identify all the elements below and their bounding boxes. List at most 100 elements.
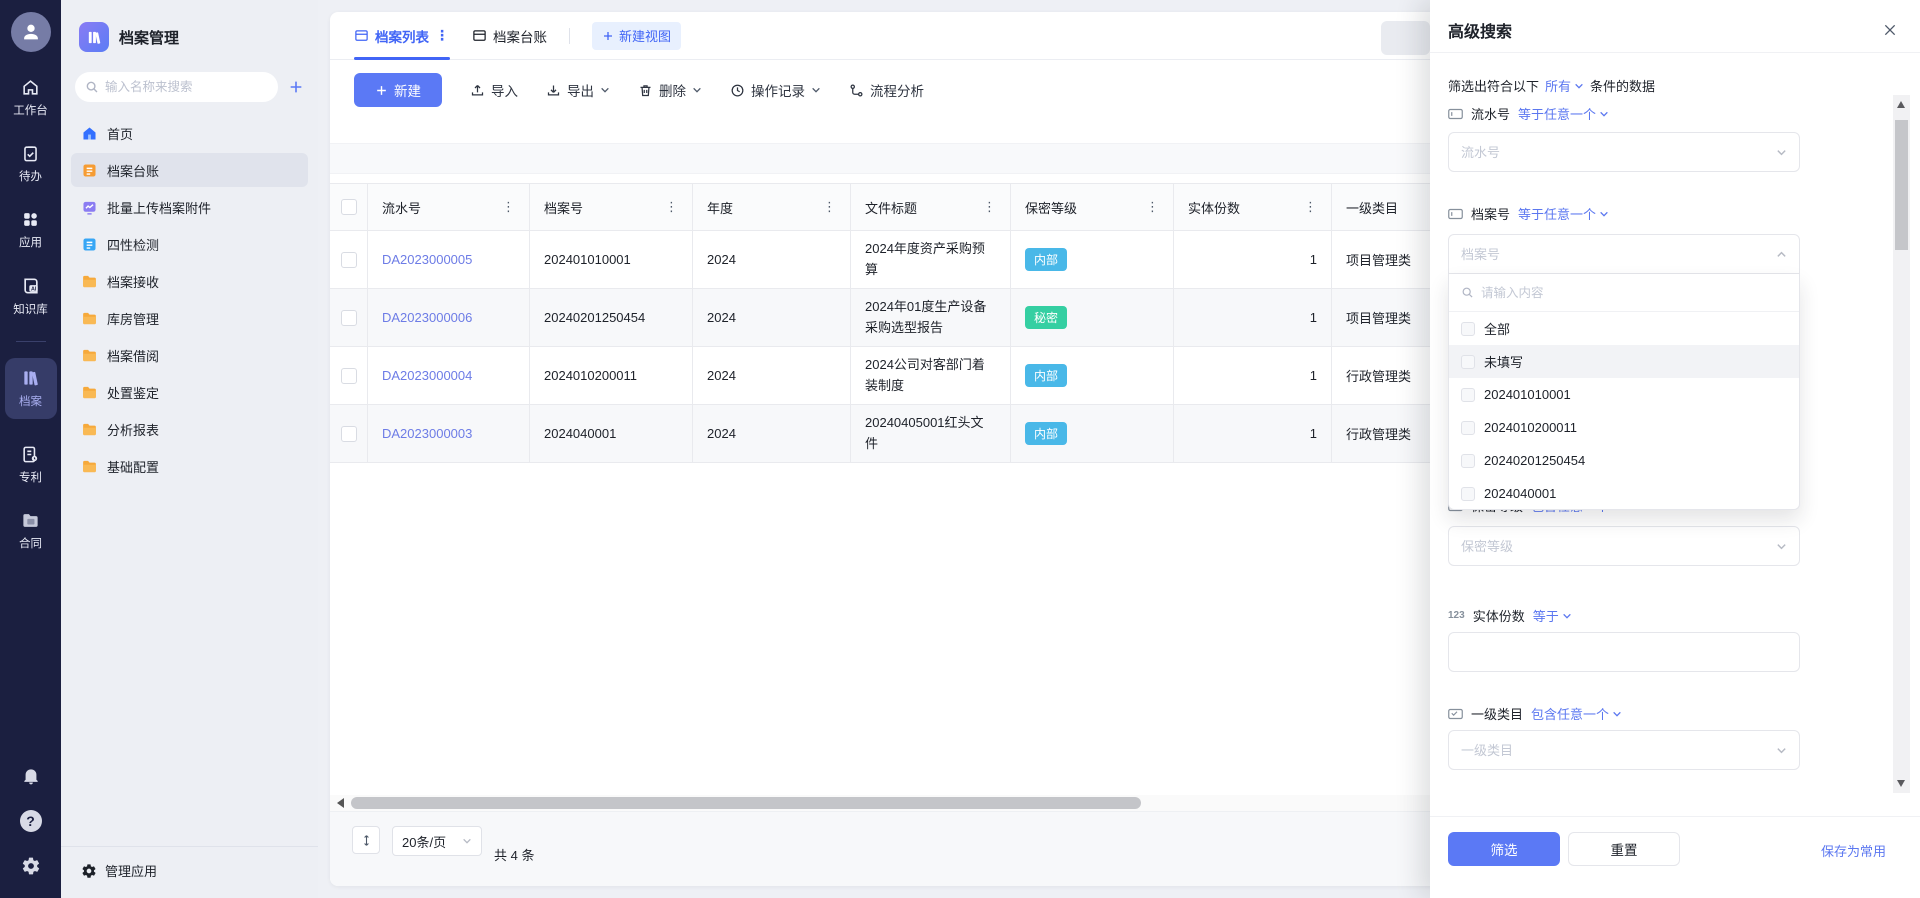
bell-icon[interactable] bbox=[21, 766, 41, 786]
option-checkbox[interactable] bbox=[1461, 354, 1475, 369]
close-icon[interactable] bbox=[1882, 22, 1898, 38]
sidebar-item-warehouse[interactable]: 库房管理 bbox=[71, 301, 308, 335]
dropdown-option[interactable]: 20240201250454 bbox=[1449, 444, 1799, 477]
reset-button[interactable]: 重置 bbox=[1568, 832, 1680, 866]
column-menu-icon[interactable]: ⋮ bbox=[502, 199, 515, 215]
help-icon[interactable]: ? bbox=[19, 810, 42, 832]
operator-select[interactable]: 等于任意一个 bbox=[1518, 204, 1609, 223]
option-checkbox[interactable] bbox=[1461, 420, 1475, 435]
save-as-common-link[interactable]: 保存为常用 bbox=[1821, 841, 1886, 860]
row-checkbox[interactable] bbox=[340, 425, 357, 442]
sidebar-item-receive[interactable]: 档案接收 bbox=[71, 264, 308, 298]
scroll-left-icon[interactable] bbox=[337, 798, 344, 808]
serial-filter-field[interactable] bbox=[1461, 144, 1776, 160]
new-view-button[interactable]: 新建视图 bbox=[592, 21, 682, 50]
security-level-filter-field[interactable] bbox=[1461, 538, 1776, 554]
rail-item-todo[interactable]: 待办 bbox=[5, 144, 57, 184]
delete-label: 删除 bbox=[659, 84, 686, 99]
serial-filter-input[interactable] bbox=[1448, 132, 1800, 172]
flow-analysis-button[interactable]: 流程分析 bbox=[849, 80, 924, 100]
sidebar-item-config[interactable]: 基础配置 bbox=[71, 449, 308, 483]
column-menu-icon[interactable]: ⋮ bbox=[823, 199, 836, 215]
page-size-select[interactable]: 20条/页 bbox=[392, 826, 482, 856]
contract-folder-icon bbox=[21, 511, 40, 530]
conjunction-select[interactable]: 所有 bbox=[1545, 76, 1584, 95]
sidebar-item-home[interactable]: 首页 bbox=[71, 116, 308, 150]
dropdown-option-all[interactable]: 全部 bbox=[1449, 312, 1799, 345]
select-all-checkbox[interactable] bbox=[340, 199, 357, 215]
delete-button[interactable]: 删除 bbox=[638, 80, 702, 100]
filter-button[interactable]: 筛选 bbox=[1448, 832, 1560, 866]
option-checkbox[interactable] bbox=[1461, 486, 1475, 501]
sidebar-item-four-check[interactable]: 四性检测 bbox=[71, 227, 308, 261]
rail-item-archive[interactable]: 档案 bbox=[4, 358, 57, 419]
partial-toolbar-button[interactable] bbox=[1381, 21, 1430, 55]
sidebar-item-label: 档案借阅 bbox=[107, 348, 160, 364]
category-filter-field[interactable] bbox=[1461, 742, 1776, 758]
dropdown-option[interactable]: 202401010001 bbox=[1449, 378, 1799, 411]
import-button[interactable]: 导入 bbox=[470, 80, 518, 100]
record-serial-link[interactable]: DA2023000004 bbox=[382, 368, 472, 383]
rail-item-label: 合同 bbox=[19, 538, 42, 550]
folder-icon bbox=[81, 347, 98, 364]
panel-scrollbar[interactable] bbox=[1893, 95, 1910, 793]
cell-year: 2024 bbox=[707, 310, 736, 325]
gear-icon[interactable] bbox=[21, 856, 41, 876]
scroll-up-icon[interactable] bbox=[1897, 101, 1905, 108]
option-checkbox[interactable] bbox=[1461, 453, 1475, 468]
sidebar-search-input[interactable] bbox=[105, 80, 268, 94]
sidebar-search[interactable] bbox=[75, 72, 278, 102]
horizontal-scrollbar-thumb[interactable] bbox=[351, 797, 1141, 809]
row-checkbox[interactable] bbox=[340, 367, 357, 384]
archive-no-filter-input[interactable] bbox=[1448, 234, 1800, 274]
row-checkbox[interactable] bbox=[340, 251, 357, 268]
copies-filter-field[interactable] bbox=[1461, 644, 1787, 660]
dropdown-option[interactable]: 2024010200011 bbox=[1449, 411, 1799, 444]
rail-item-contract[interactable]: 合同 bbox=[5, 511, 57, 551]
row-checkbox[interactable] bbox=[340, 309, 357, 326]
user-avatar[interactable] bbox=[10, 12, 51, 52]
sidebar-item-borrow[interactable]: 档案借阅 bbox=[71, 338, 308, 372]
row-height-button[interactable] bbox=[352, 826, 380, 854]
dropdown-option[interactable]: 2024040001 bbox=[1449, 477, 1799, 510]
archive-no-filter-field[interactable] bbox=[1461, 246, 1776, 262]
sidebar-item-disposal[interactable]: 处置鉴定 bbox=[71, 375, 308, 409]
sidebar-item-batch-upload[interactable]: 批量上传档案附件 bbox=[71, 190, 308, 224]
tab-archive-ledger[interactable]: 档案台账 bbox=[472, 12, 547, 60]
column-menu-icon[interactable]: ⋮ bbox=[665, 199, 678, 215]
category-filter-input[interactable] bbox=[1448, 730, 1800, 770]
dropdown-search[interactable] bbox=[1449, 274, 1799, 312]
tab-more-icon[interactable]: ⋮ bbox=[435, 27, 450, 44]
operation-log-button[interactable]: 操作记录 bbox=[730, 80, 821, 100]
dropdown-search-input[interactable] bbox=[1481, 285, 1787, 300]
option-checkbox[interactable] bbox=[1461, 321, 1475, 336]
rail-item-knowledge[interactable]: AI 知识库 bbox=[5, 276, 57, 317]
tab-archive-list[interactable]: 档案列表 ⋮ bbox=[354, 12, 450, 60]
scroll-down-icon[interactable] bbox=[1897, 780, 1905, 787]
export-button[interactable]: 导出 bbox=[546, 80, 610, 100]
sidebar-manage-app[interactable]: 管理应用 bbox=[61, 846, 318, 898]
add-icon[interactable] bbox=[288, 79, 304, 95]
record-serial-link[interactable]: DA2023000003 bbox=[382, 426, 472, 441]
column-menu-icon[interactable]: ⋮ bbox=[1304, 199, 1317, 215]
column-menu-icon[interactable]: ⋮ bbox=[1146, 199, 1159, 215]
operator-select[interactable]: 包含任意一个 bbox=[1531, 704, 1622, 723]
tab-label: 档案列表 bbox=[375, 29, 429, 45]
column-menu-icon[interactable]: ⋮ bbox=[983, 199, 996, 215]
record-serial-link[interactable]: DA2023000005 bbox=[382, 252, 472, 267]
record-serial-link[interactable]: DA2023000006 bbox=[382, 310, 472, 325]
panel-scrollbar-thumb[interactable] bbox=[1895, 120, 1908, 250]
sidebar-item-report[interactable]: 分析报表 bbox=[71, 412, 308, 446]
grid-icon bbox=[21, 210, 40, 229]
rail-item-apps[interactable]: 应用 bbox=[5, 210, 57, 250]
copies-filter-input[interactable] bbox=[1448, 632, 1800, 672]
operator-select[interactable]: 等于任意一个 bbox=[1518, 104, 1609, 123]
option-checkbox[interactable] bbox=[1461, 387, 1475, 402]
dropdown-option-empty[interactable]: 未填写 bbox=[1449, 345, 1799, 378]
rail-item-patent[interactable]: 专利 bbox=[5, 445, 57, 485]
sidebar-item-ledger[interactable]: 档案台账 bbox=[71, 153, 308, 187]
operator-select[interactable]: 等于 bbox=[1533, 606, 1572, 625]
create-button[interactable]: 新建 bbox=[354, 73, 442, 107]
security-level-filter-input[interactable] bbox=[1448, 526, 1800, 566]
rail-item-workbench[interactable]: 工作台 bbox=[5, 78, 57, 118]
